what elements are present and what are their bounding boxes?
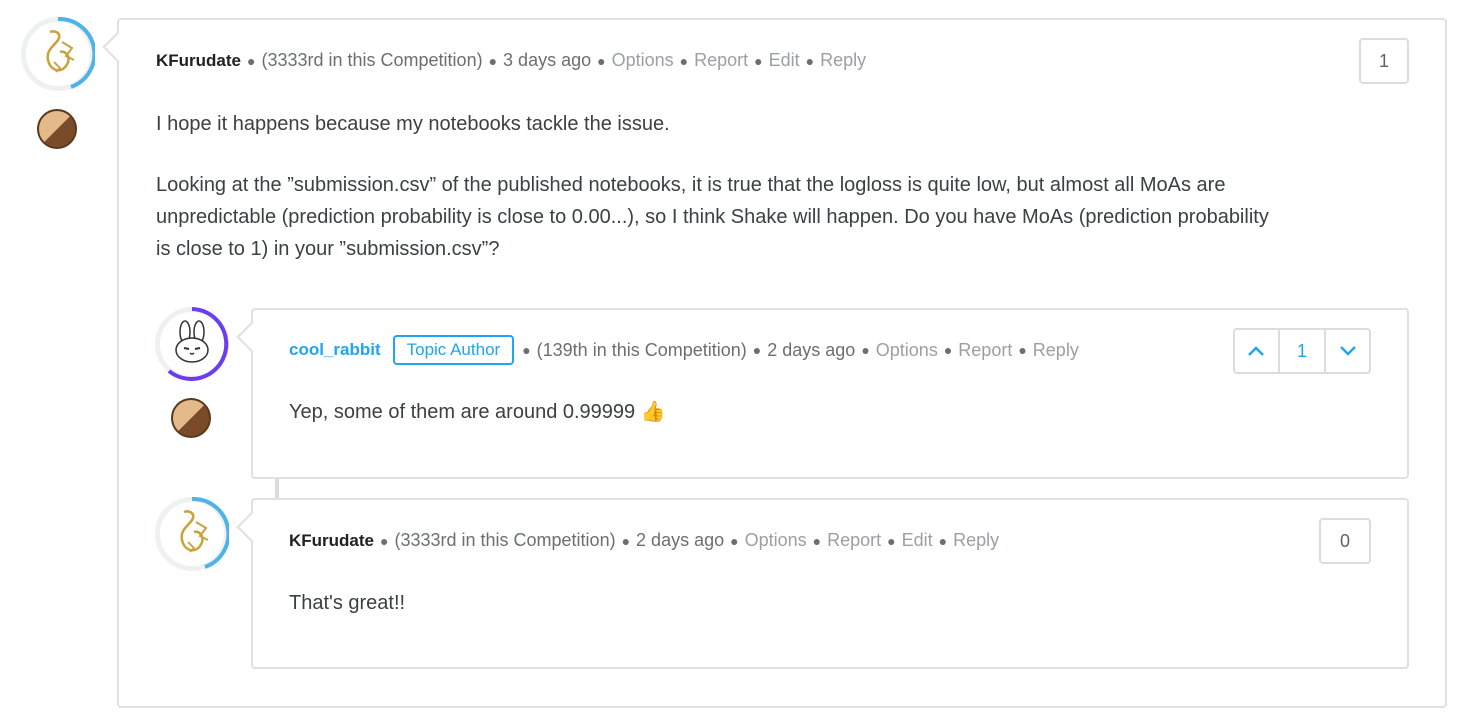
calligraphy-logo-icon: [180, 510, 209, 553]
competition-rank: (3333rd in this Competition): [261, 50, 483, 70]
downvote-button[interactable]: [1326, 330, 1369, 372]
report-link[interactable]: Report: [694, 50, 748, 71]
report-link[interactable]: Report: [958, 340, 1012, 361]
author-name[interactable]: cool_rabbit: [289, 340, 381, 360]
separator-dot: ●: [1018, 342, 1027, 358]
vote-count: 1: [1277, 330, 1327, 372]
separator-dot: ●: [380, 532, 389, 549]
separator-dot: ●: [812, 532, 822, 549]
separator-dot: ●: [488, 52, 498, 69]
separator-dot: ●: [943, 342, 953, 358]
comment-body: I hope it happens because my notebooks t…: [156, 108, 1426, 265]
author-name[interactable]: KFurudate: [156, 51, 241, 71]
paragraph: I hope it happens because my notebooks t…: [156, 113, 670, 135]
separator-dot: ●: [247, 52, 256, 69]
topic-author-badge: Topic Author: [392, 335, 515, 365]
separator-dot: ●: [938, 532, 948, 549]
separator-dot: ●: [621, 532, 631, 549]
paragraph: unpredictable (prediction probability is…: [156, 206, 1269, 228]
reply2-card: [236, 498, 1409, 669]
competition-rank: (139th in this Competition): [536, 339, 747, 360]
separator-dot: ●: [861, 342, 870, 358]
upvote-button[interactable]: [1235, 330, 1278, 372]
main-comment-meta: KFurudate ● (3333rd in this Competition)…: [156, 50, 866, 71]
vote-count: 0: [1339, 530, 1350, 551]
reply1-avatar[interactable]: [155, 307, 229, 381]
reply2-body: That's great!!: [289, 592, 406, 614]
reply2-avatar[interactable]: [155, 497, 229, 571]
chevron-down-icon: [1339, 346, 1356, 356]
reply-link[interactable]: Reply: [1033, 340, 1079, 361]
bronze-tier-icon: [37, 109, 77, 149]
vote-count: 1: [1378, 50, 1389, 71]
separator-dot: ●: [730, 532, 739, 549]
main-comment-avatar[interactable]: [21, 17, 95, 91]
author-name[interactable]: KFurudate: [289, 531, 374, 551]
separator-dot: ●: [522, 342, 531, 358]
reply1-meta: cool_rabbit Topic Author ● (139th in thi…: [289, 335, 1079, 365]
reply-link[interactable]: Reply: [953, 530, 999, 551]
vote-count-box[interactable]: 1: [1359, 38, 1409, 84]
edit-link[interactable]: Edit: [769, 50, 800, 71]
vote-count-box[interactable]: 0: [1319, 518, 1371, 564]
separator-dot: ●: [754, 52, 763, 69]
paragraph: is close to 1) in your ”submission.csv”?: [156, 238, 500, 260]
calligraphy-logo-icon: [46, 30, 75, 73]
separator-dot: ●: [679, 52, 689, 69]
timestamp[interactable]: 2 days ago: [767, 340, 855, 361]
bronze-tier-icon: [171, 398, 211, 438]
reply2-meta: KFurudate ● (3333rd in this Competition)…: [289, 530, 999, 551]
chevron-up-icon: [1248, 346, 1265, 356]
competition-rank: (3333rd in this Competition): [394, 530, 616, 550]
rabbit-avatar-icon: [175, 320, 209, 363]
reply-link[interactable]: Reply: [820, 50, 866, 71]
separator-dot: ●: [805, 52, 815, 69]
vote-control: 1: [1233, 328, 1371, 374]
paragraph: Looking at the ”submission.csv” of the p…: [156, 174, 1226, 196]
edit-link[interactable]: Edit: [902, 530, 933, 551]
report-link[interactable]: Report: [827, 530, 881, 551]
reply1-body: Yep, some of them are around 0.99999 👍: [289, 401, 666, 423]
options-link[interactable]: Options: [876, 340, 938, 361]
separator-dot: ●: [597, 52, 606, 69]
options-link[interactable]: Options: [612, 50, 674, 71]
timestamp[interactable]: 3 days ago: [503, 50, 591, 71]
separator-dot: ●: [752, 342, 762, 358]
card-notch: [102, 31, 134, 63]
thread-connector: [275, 479, 279, 499]
options-link[interactable]: Options: [745, 530, 807, 551]
separator-dot: ●: [887, 532, 896, 549]
timestamp[interactable]: 2 days ago: [636, 530, 724, 551]
